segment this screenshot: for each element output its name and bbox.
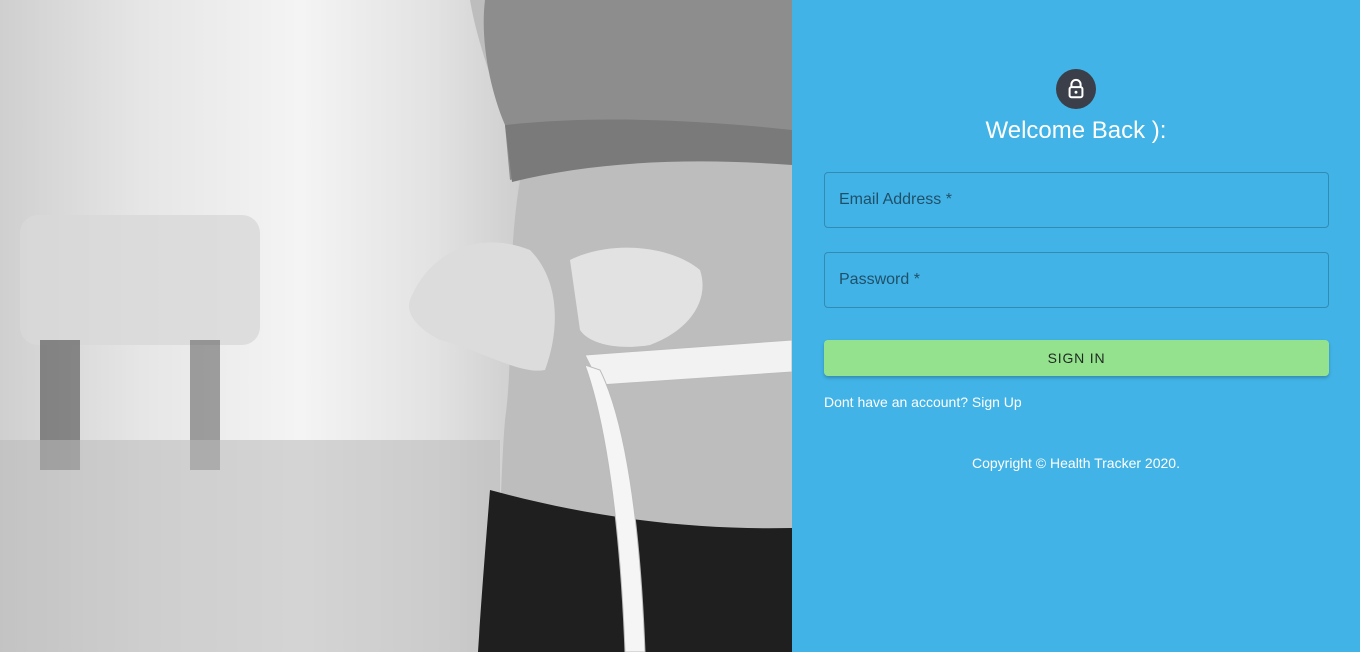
password-input[interactable] xyxy=(825,253,1328,307)
email-input[interactable] xyxy=(825,173,1328,227)
login-panel: Welcome Back ): SIGN IN Dont have an acc… xyxy=(792,0,1360,652)
lock-avatar xyxy=(1056,69,1096,109)
page-title: Welcome Back ): xyxy=(985,117,1167,144)
sign-up-link[interactable]: Dont have an account? Sign Up xyxy=(824,394,1022,410)
password-field[interactable] xyxy=(824,252,1329,308)
waist-measure-illustration xyxy=(0,0,792,652)
copyright-text: Copyright © Health Tracker 2020. xyxy=(972,455,1180,471)
lock-icon xyxy=(1068,78,1084,99)
hero-photo xyxy=(0,0,792,652)
email-field[interactable] xyxy=(824,172,1329,228)
sign-in-button[interactable]: SIGN IN xyxy=(824,340,1329,376)
